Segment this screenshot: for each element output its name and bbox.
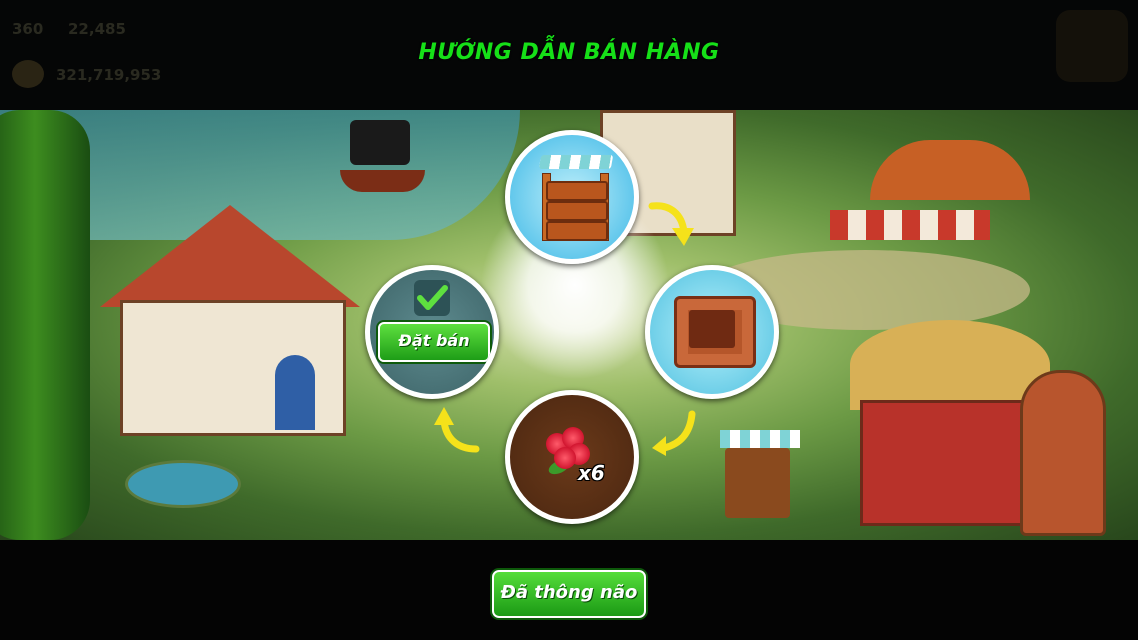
farmhouse-left [100, 205, 360, 436]
arrow-down-left-icon [652, 410, 696, 456]
tutorial-title: HƯỚNG DẪN BÁN HÀNG [418, 40, 720, 65]
step-market-stand [505, 130, 639, 264]
barn-and-silo [850, 320, 1120, 536]
beanstalk-vine [0, 110, 90, 540]
arrow-down-right-icon [648, 202, 694, 246]
place-sale-button[interactable]: Đặt bán [378, 322, 490, 362]
step-sell-action: Đặt bán [365, 265, 499, 399]
hud-level: 360 [12, 20, 44, 38]
scene-market-stand [715, 430, 800, 520]
pond [125, 460, 241, 508]
hud-xp: 22,485 [68, 20, 126, 38]
market-shop [830, 140, 1030, 270]
hud-coins: 321,719,953 [56, 66, 162, 84]
rose-quantity: x6 [578, 461, 605, 485]
checkmark-icon [414, 280, 450, 316]
step-rose-item: x6 [505, 390, 639, 524]
empty-crate-icon [674, 296, 756, 368]
step-empty-crate [645, 265, 779, 399]
market-stand-icon [532, 155, 614, 241]
arrow-up-left-icon [434, 407, 480, 453]
confirm-understood-button[interactable]: Đã thông não [492, 570, 646, 618]
pirate-ship [330, 120, 430, 195]
